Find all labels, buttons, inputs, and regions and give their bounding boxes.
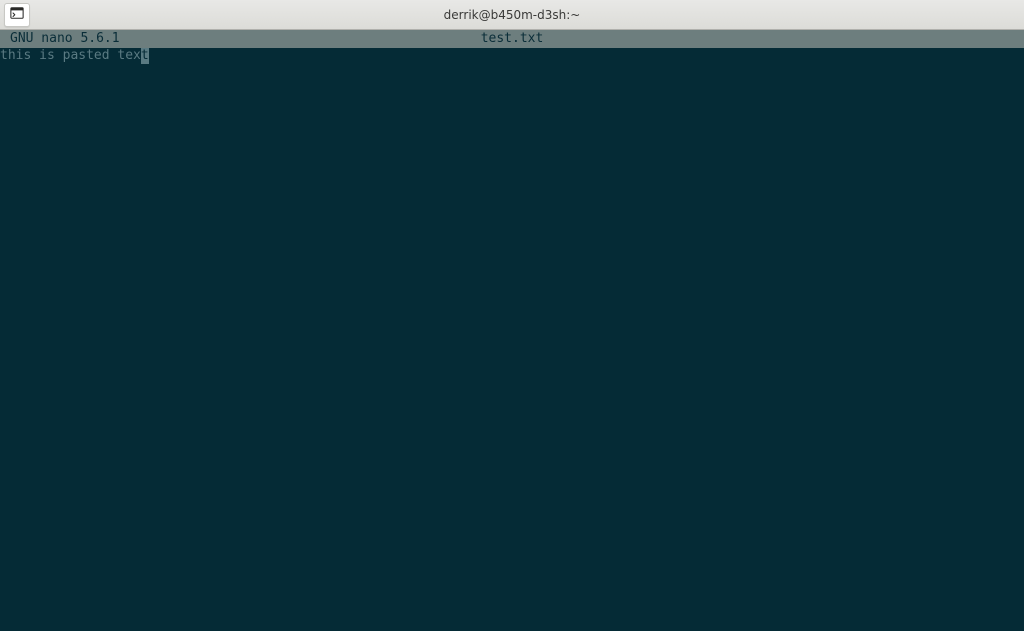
editor-text-content: this is pasted tex (0, 48, 141, 64)
editor-line: this is pasted text (0, 48, 1024, 64)
nano-editor-area[interactable]: this is pasted text (0, 48, 1024, 631)
nano-version-label: GNU nano 5.6.1 (0, 30, 120, 48)
terminal-icon (10, 6, 24, 24)
window-title: derrik@b450m-d3sh:~ (0, 8, 1024, 22)
window-titlebar: derrik@b450m-d3sh:~ (0, 0, 1024, 30)
editor-cursor: t (141, 48, 149, 64)
nano-header-bar: GNU nano 5.6.1 test.txt (0, 30, 1024, 48)
nano-filename-label: test.txt (0, 30, 1024, 48)
new-tab-button[interactable] (4, 3, 30, 27)
